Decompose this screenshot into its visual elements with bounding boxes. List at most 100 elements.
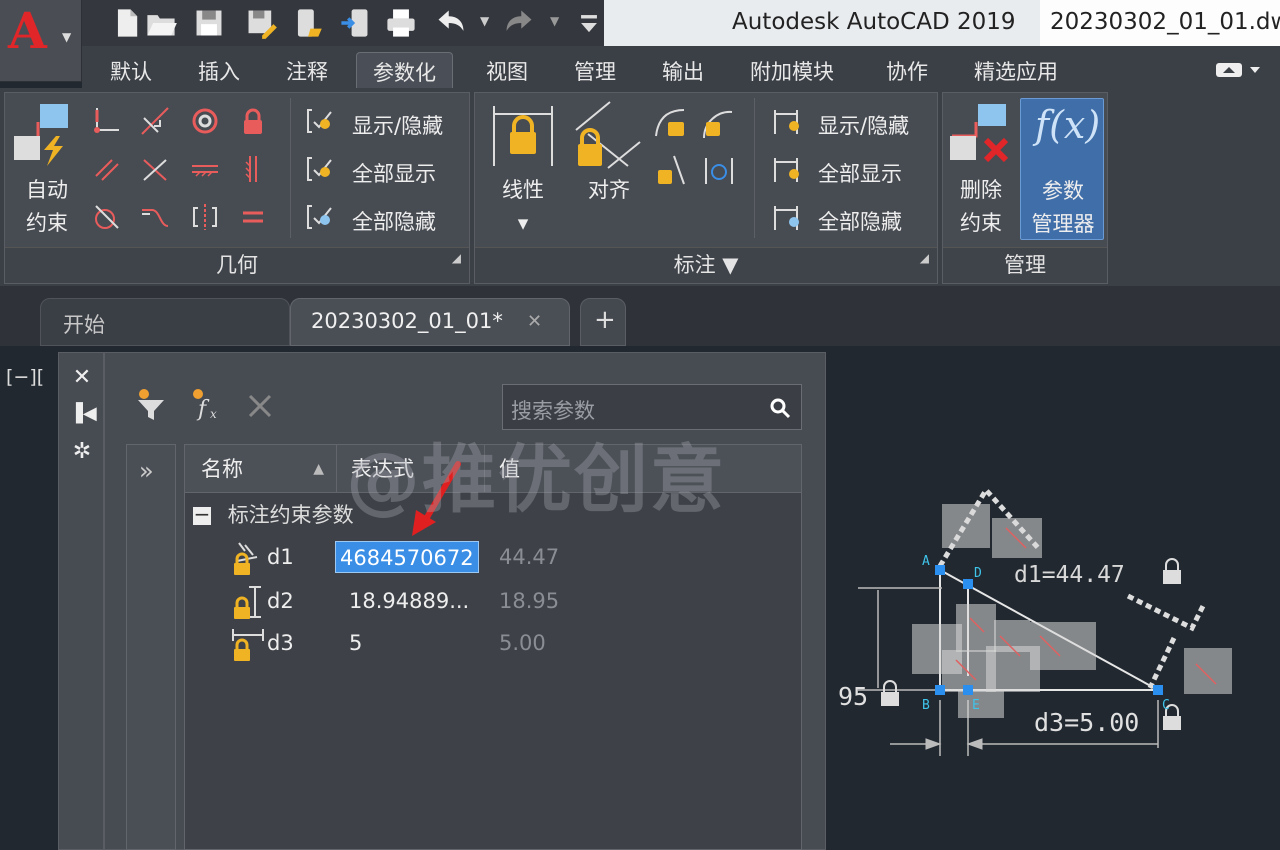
tab-start[interactable]: 开始 <box>40 298 290 346</box>
properties-icon[interactable]: ✲ <box>69 439 95 465</box>
aligned-dimension-icon[interactable] <box>574 100 642 170</box>
expression-editor[interactable]: 4684570672 <box>335 541 479 573</box>
new-tab-button[interactable]: + <box>580 298 626 346</box>
tab-manage[interactable]: 管理 <box>574 56 616 86</box>
undo-dropdown-icon[interactable]: ▼ <box>480 14 489 28</box>
new-user-parameter-icon[interactable]: fx <box>190 388 224 422</box>
search-icon[interactable] <box>769 397 791 419</box>
geo-show-hide-label[interactable]: 显示/隐藏 <box>352 110 443 140</box>
point-label-d: D <box>974 566 982 581</box>
dialog-launcher-icon[interactable]: ◢ <box>452 241 461 275</box>
dim-show-all-icon[interactable] <box>772 154 802 184</box>
perpendicular-icon[interactable] <box>140 154 170 184</box>
close-tab-icon[interactable]: ✕ <box>527 311 542 332</box>
show-hide-constraint-icon[interactable] <box>306 106 336 136</box>
dim-show-all-label[interactable]: 全部显示 <box>818 158 902 188</box>
save-icon[interactable] <box>192 6 226 40</box>
parameter-row-d1[interactable]: d1 4684570672 44.47 <box>231 537 791 577</box>
angular-dimension-icon[interactable] <box>654 106 688 140</box>
auto-constrain-label[interactable]: 自动 约束 <box>10 174 84 240</box>
tab-collaborate[interactable]: 协作 <box>886 56 928 86</box>
undo-icon[interactable] <box>434 6 468 40</box>
column-header-name[interactable]: 名称 ▲ <box>185 445 337 493</box>
tab-featured-apps[interactable]: 精选应用 <box>974 56 1058 86</box>
dim-show-hide-label[interactable]: 显示/隐藏 <box>818 110 909 140</box>
parameter-name: d1 <box>267 545 294 569</box>
fix-icon[interactable] <box>238 106 268 136</box>
parameter-expression[interactable]: 18.94889... <box>349 581 469 621</box>
customize-icon[interactable] <box>572 6 606 40</box>
dim-show-hide-icon[interactable] <box>772 106 802 136</box>
auto-hide-icon[interactable]: ▐◀ <box>69 401 97 427</box>
show-all-constraints-icon[interactable] <box>306 154 336 184</box>
auto-constrain-icon[interactable] <box>12 102 72 168</box>
horizontal-icon[interactable] <box>190 154 220 184</box>
dim-hide-all-label[interactable]: 全部隐藏 <box>818 206 902 236</box>
dim-hide-all-icon[interactable] <box>772 202 802 232</box>
point-label-a: A <box>922 554 930 569</box>
parameter-expression[interactable]: 5 <box>349 623 362 663</box>
geometric-panel-title: 几何 ◢ <box>5 247 469 283</box>
open-from-web-icon[interactable] <box>290 6 324 40</box>
ribbon-minimize-icon[interactable] <box>1214 60 1264 80</box>
tab-parametric[interactable]: 参数化 <box>356 52 453 91</box>
close-icon[interactable]: ✕ <box>69 365 95 391</box>
linear-dimension-icon[interactable] <box>490 102 556 170</box>
tab-view[interactable]: 视图 <box>486 56 528 86</box>
expand-filter-tree-column: » <box>126 444 176 850</box>
tab-output[interactable]: 输出 <box>662 56 704 86</box>
delete-parameter-icon[interactable] <box>246 392 274 420</box>
app-title: Autodesk AutoCAD 2019 <box>732 9 1016 35</box>
point-label-e: E <box>972 698 980 713</box>
tab-drawing[interactable]: 20230302_01_01* ✕ <box>290 298 570 346</box>
parameter-row-d2[interactable]: d2 18.94889... 18.95 <box>231 581 791 621</box>
tangent-icon[interactable] <box>92 202 122 232</box>
tab-insert[interactable]: 插入 <box>198 56 240 86</box>
radius-dimension-icon[interactable] <box>700 106 736 140</box>
geo-hide-all-label[interactable]: 全部隐藏 <box>352 206 436 236</box>
dim-95-text[interactable]: 95 <box>838 682 868 711</box>
linear-label[interactable]: 线性 ▾ <box>490 174 556 240</box>
hide-all-constraints-icon[interactable] <box>306 202 336 232</box>
plot-icon[interactable] <box>384 6 418 40</box>
tab-default[interactable]: 默认 <box>110 56 152 86</box>
redo-dropdown-icon[interactable]: ▼ <box>550 14 559 28</box>
dimensional-panel-title: 标注 ▼ ◢ <box>475 247 937 283</box>
equal-icon[interactable] <box>238 202 268 232</box>
delete-constraints-icon[interactable] <box>948 102 1014 168</box>
new-icon[interactable] <box>110 6 144 40</box>
dialog-launcher-icon[interactable]: ◢ <box>920 241 929 275</box>
dim-d3-text[interactable]: d3=5.00 <box>1034 708 1139 737</box>
parameter-row-d3[interactable]: d3 5 5.00 <box>231 623 791 663</box>
horizontal-dimension-lock-icon <box>232 629 264 661</box>
dim-d1-text[interactable]: d1=44.47 <box>1014 562 1125 588</box>
symmetric-icon[interactable] <box>190 202 220 232</box>
chevron-down-icon: ▼ <box>62 30 72 44</box>
viewport-controls[interactable]: [−][ <box>6 366 44 388</box>
coincident-icon[interactable] <box>92 106 122 136</box>
delete-constraints-label[interactable]: 删除 约束 <box>948 174 1014 240</box>
save-as-icon[interactable] <box>244 6 278 40</box>
redo-icon[interactable] <box>502 6 536 40</box>
open-icon[interactable] <box>144 6 178 40</box>
concentric-icon[interactable] <box>190 106 220 136</box>
tab-annotate[interactable]: 注释 <box>286 56 328 86</box>
expand-filter-tree-icon[interactable]: » <box>139 457 154 485</box>
collapse-icon[interactable]: − <box>193 504 211 525</box>
vertical-icon[interactable] <box>238 154 268 184</box>
aligned-label[interactable]: 对齐 <box>574 174 644 207</box>
smooth-icon[interactable] <box>140 202 170 232</box>
vertical-dimension-lock-icon <box>234 586 261 619</box>
parallel-icon[interactable] <box>92 154 122 184</box>
convert-dimension-icon[interactable] <box>702 154 736 188</box>
save-to-web-icon[interactable] <box>338 6 372 40</box>
tab-addins[interactable]: 附加模块 <box>750 56 834 86</box>
collinear-icon[interactable] <box>140 106 170 136</box>
filter-icon[interactable] <box>134 388 168 422</box>
geo-show-all-label[interactable]: 全部显示 <box>352 158 436 188</box>
parameters-manager-button[interactable]: f(x) 参数 管理器 <box>1020 98 1104 240</box>
aligned-dimension-lock-icon <box>234 542 258 575</box>
diameter-dimension-icon[interactable] <box>654 154 688 188</box>
application-menu-button[interactable]: A ▼ <box>0 0 82 82</box>
palette-title-strip[interactable]: ✕ ▐◀ ✲ <box>58 352 104 850</box>
